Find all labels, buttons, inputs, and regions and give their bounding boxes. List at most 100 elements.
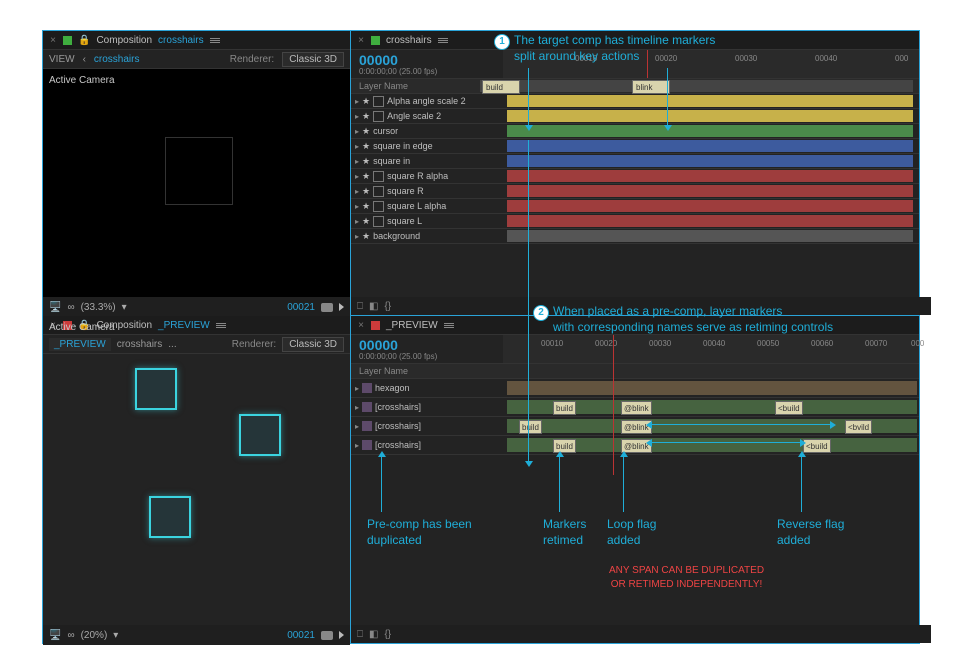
play-icon[interactable] [339, 303, 344, 311]
renderer-mode[interactable]: Classic 3D [282, 52, 344, 67]
layer-row[interactable]: ▸[crosshairs] build @blink <build [351, 398, 919, 417]
panel-menu-icon[interactable] [216, 323, 226, 328]
layer-name[interactable]: hexagon [375, 383, 410, 393]
tab-more[interactable]: ... [168, 339, 176, 350]
mask-icon[interactable]: ∞ [67, 302, 74, 313]
layer-track[interactable] [507, 380, 913, 396]
layer-marker-blink[interactable]: @blink [621, 401, 652, 415]
expand-icon[interactable]: ▸ [355, 172, 359, 181]
chevron-down-icon[interactable]: ▾ [122, 302, 127, 313]
layer-marker-build[interactable]: build [519, 420, 542, 434]
toggle-icon[interactable]: {} [384, 301, 391, 312]
layer-marker-reverse[interactable]: <build [803, 439, 831, 453]
toggle-icon[interactable]: ⎕ [357, 301, 363, 312]
mask-icon[interactable]: ∞ [67, 630, 74, 641]
tab-preview[interactable]: _PREVIEW [49, 338, 111, 351]
panel-menu-icon[interactable] [438, 38, 448, 43]
expand-icon[interactable]: ▸ [355, 187, 359, 196]
layer-name[interactable]: [crosshairs] [375, 421, 421, 431]
frame-value[interactable]: 00021 [287, 302, 315, 313]
renderer-mode[interactable]: Classic 3D [282, 337, 344, 352]
layer-bar[interactable] [507, 140, 913, 152]
layer-row[interactable]: ▸★square L alpha [351, 199, 919, 214]
layer-row[interactable]: ▸[crosshairs] build @blink <build [351, 436, 919, 455]
layer-name[interactable]: cursor [373, 126, 398, 136]
composition-name[interactable]: crosshairs [158, 35, 204, 46]
layer-row[interactable]: ▸★square R [351, 184, 919, 199]
toggle-icon[interactable]: ◧ [369, 301, 378, 312]
timeline-name[interactable]: _PREVIEW [386, 320, 438, 331]
toggle-icon[interactable]: ◧ [369, 629, 378, 640]
layer-row[interactable]: ▸★Alpha angle scale 2 [351, 94, 919, 109]
viewport[interactable]: Active Camera [43, 354, 350, 625]
layer-name[interactable]: square in [373, 156, 410, 166]
layer-name[interactable]: background [373, 231, 420, 241]
layer-row[interactable]: ▸★background [351, 229, 919, 244]
layer-track[interactable]: build @blink <build [507, 399, 913, 415]
zoom-value[interactable]: (20%) [81, 630, 108, 641]
flow-view-label[interactable]: VIEW [49, 54, 75, 65]
layer-row[interactable]: ▸★square R alpha [351, 169, 919, 184]
marker-blink[interactable]: blink [632, 80, 670, 94]
layer-row[interactable]: ▸★square in [351, 154, 919, 169]
monitor-icon[interactable]: 🖥️ [49, 302, 61, 313]
close-icon[interactable]: × [357, 35, 365, 46]
layer-row[interactable]: ▸★cursor [351, 124, 919, 139]
snapshot-icon[interactable] [321, 631, 333, 640]
layer-name[interactable]: [crosshairs] [375, 402, 421, 412]
timecode[interactable]: 00000 [359, 53, 503, 67]
playhead[interactable] [613, 335, 614, 475]
layer-span[interactable] [507, 381, 917, 395]
expand-icon[interactable]: ▸ [355, 127, 359, 136]
layer-track[interactable]: build @blink <build [507, 437, 913, 453]
monitor-icon[interactable]: 🖥️ [49, 630, 61, 641]
layer-row[interactable]: ▸hexagon [351, 379, 919, 398]
layer-row[interactable]: ▸★square in edge [351, 139, 919, 154]
layer-bar[interactable] [507, 170, 913, 182]
toggle-icon[interactable]: ⎕ [357, 629, 363, 640]
time-ruler[interactable]: 00010 00020 00030 00040 00050 00060 0007… [503, 335, 919, 363]
timecode[interactable]: 00000 [359, 338, 503, 352]
layer-bar[interactable] [507, 200, 913, 212]
expand-icon[interactable]: ▸ [355, 157, 359, 166]
layer-row[interactable]: ▸★Angle scale 2 [351, 109, 919, 124]
layer-name[interactable]: square R [387, 186, 424, 196]
panel-menu-icon[interactable] [444, 323, 454, 328]
layer-bar[interactable] [507, 185, 913, 197]
comp-marker-track[interactable]: build blink [480, 80, 913, 92]
layer-bar[interactable] [507, 230, 913, 242]
layer-name[interactable]: [crosshairs] [375, 440, 421, 450]
frame-value[interactable]: 00021 [287, 630, 315, 641]
expand-icon[interactable]: ▸ [355, 112, 359, 121]
chevron-down-icon[interactable]: ▾ [113, 630, 118, 641]
chevron-left-icon[interactable]: ‹ [83, 54, 86, 65]
expand-icon[interactable]: ▸ [355, 142, 359, 151]
expand-icon[interactable]: ▸ [355, 232, 359, 241]
layer-name[interactable]: square R alpha [387, 171, 448, 181]
layer-bar[interactable] [507, 155, 913, 167]
composition-name[interactable]: _PREVIEW [158, 320, 210, 331]
layer-bar[interactable] [507, 95, 913, 107]
layer-marker-reverse[interactable]: <bvild [845, 420, 872, 434]
layer-row[interactable]: ▸★square L [351, 214, 919, 229]
snapshot-icon[interactable] [321, 303, 333, 312]
expand-icon[interactable]: ▸ [355, 97, 359, 106]
layer-name[interactable]: square L [387, 216, 422, 226]
expand-icon[interactable]: ▸ [355, 217, 359, 226]
layer-track[interactable]: build @blink <bvild [507, 418, 913, 434]
toggle-icon[interactable]: {} [384, 629, 391, 640]
layer-bar[interactable] [507, 215, 913, 227]
layer-marker-build[interactable]: build [553, 401, 576, 415]
layer-bar[interactable] [507, 110, 913, 122]
breadcrumb-active[interactable]: crosshairs [94, 54, 140, 65]
zoom-value[interactable]: (33.3%) [81, 302, 116, 313]
lock-icon[interactable]: 🔒 [78, 35, 90, 46]
close-icon[interactable]: × [49, 35, 57, 46]
layer-bar[interactable] [507, 125, 913, 137]
expand-icon[interactable]: ▸ [355, 202, 359, 211]
viewport[interactable]: Active Camera [43, 69, 350, 297]
timeline-name[interactable]: crosshairs [386, 35, 432, 46]
layer-name[interactable]: Angle scale 2 [387, 111, 441, 121]
layer-marker-reverse[interactable]: <build [775, 401, 803, 415]
tab-crosshairs[interactable]: crosshairs [117, 339, 163, 350]
